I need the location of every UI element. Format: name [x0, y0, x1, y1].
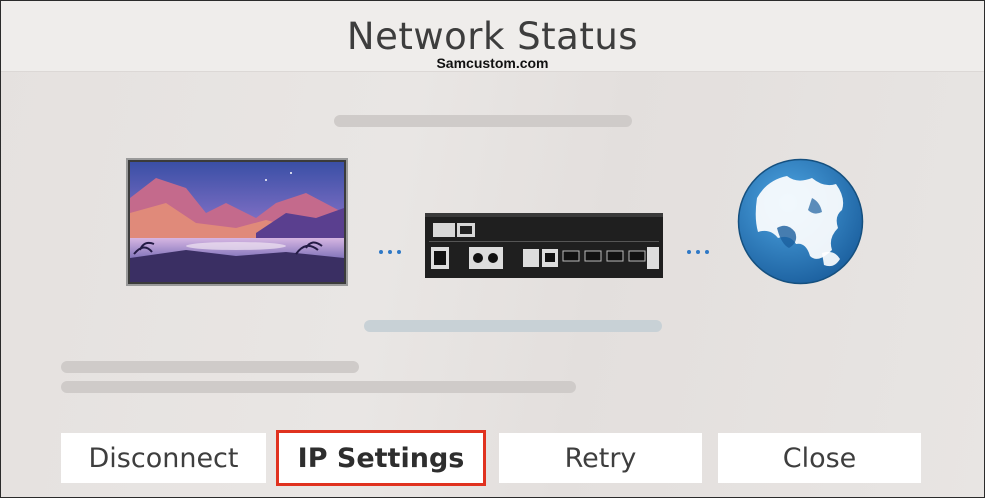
one-connect-box-icon — [425, 213, 663, 278]
connection-dots-tv-box — [379, 250, 401, 254]
ip-settings-button[interactable]: IP Settings — [276, 430, 486, 486]
close-button[interactable]: Close — [718, 433, 921, 483]
retry-button[interactable]: Retry — [499, 433, 702, 483]
disconnect-button[interactable]: Disconnect — [61, 433, 266, 483]
header: Network Status Samcustom.com — [1, 1, 984, 72]
connection-dots-box-globe — [687, 250, 709, 254]
status-placeholder-bar — [334, 115, 632, 127]
connection-status-bar — [364, 320, 662, 332]
info-placeholder-line-1 — [61, 361, 359, 373]
globe-icon — [737, 158, 864, 285]
info-placeholder-line-2 — [61, 381, 576, 393]
network-status-screen: Network Status Samcustom.com Disconnect … — [0, 0, 985, 498]
watermark: Samcustom.com — [436, 55, 549, 71]
page-title: Network Status — [346, 15, 639, 58]
tv-icon — [126, 158, 348, 286]
